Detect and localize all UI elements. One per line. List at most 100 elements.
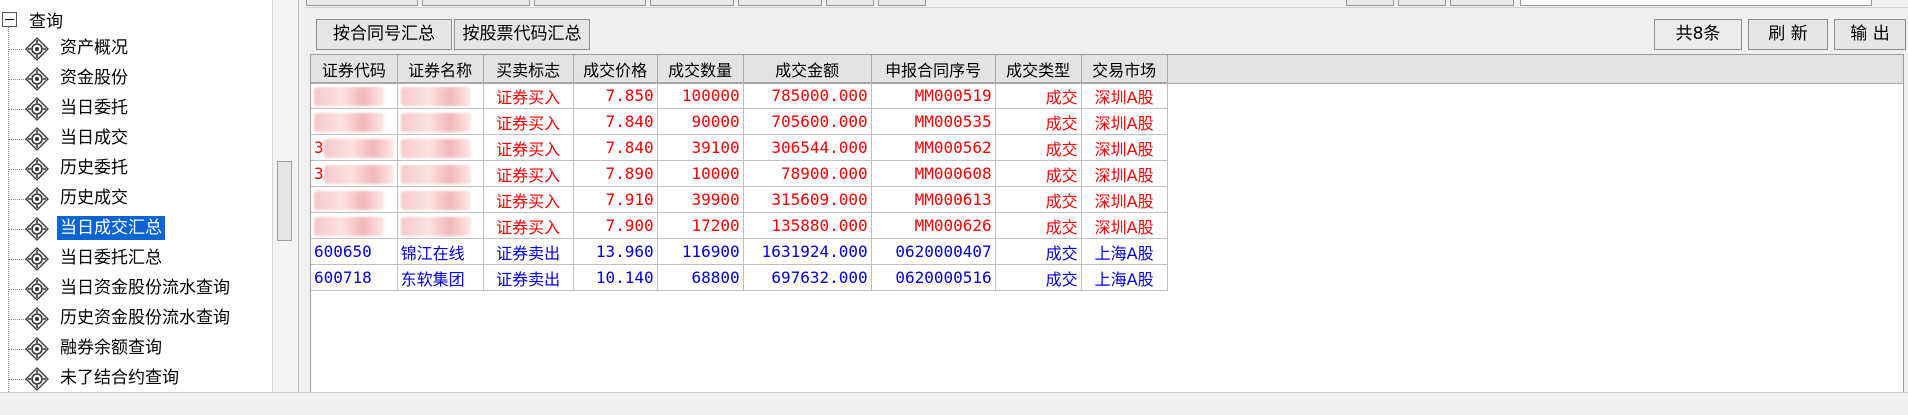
column-header[interactable]: 证券名称 — [397, 55, 484, 83]
market-cell: 深圳A股 — [1081, 82, 1168, 109]
partial-top-button[interactable] — [1450, 0, 1514, 6]
tree-scrollbar[interactable] — [272, 0, 297, 392]
top-divider — [306, 7, 1908, 8]
table-row[interactable]: 证券买入 7.900 17200 135880.000 MM000626 成交 深圳A股 — [311, 212, 1168, 239]
table-row[interactable]: 600650 锦江在线 证券卖出 13.960 116900 1631924.000 062… — [311, 238, 1168, 265]
trade-side-cell: 证券买入 — [483, 212, 574, 239]
refresh-button[interactable]: 刷 新 — [1748, 19, 1828, 50]
tree-item-label: 资产概况 — [60, 38, 128, 58]
tree-item[interactable]: 当日成交 — [0, 124, 295, 154]
contract-no-cell: MM000562 — [871, 134, 996, 161]
tree-item-label: 历史委托 — [60, 158, 128, 178]
column-header[interactable]: 买卖标志 — [483, 55, 574, 83]
partial-top-button[interactable] — [826, 0, 874, 6]
tree-connector — [8, 79, 26, 80]
tree-item[interactable]: 历史委托 — [0, 154, 295, 184]
table-row[interactable]: 3 证券买入 7.890 10000 78900.000 MM000608 成交 深圳A股 — [311, 160, 1168, 187]
tree-item-label: 融券余额查询 — [60, 338, 162, 358]
quantity-cell: 10000 — [657, 160, 744, 187]
redaction-blur — [400, 138, 471, 158]
partial-top-button[interactable] — [650, 0, 734, 6]
status-strip — [0, 392, 1908, 415]
group-by-contract-button[interactable]: 按合同号汇总 — [316, 19, 452, 50]
column-header[interactable]: 申报合同序号 — [871, 55, 996, 83]
tree-connector — [8, 259, 26, 260]
contract-no-cell: MM000519 — [871, 82, 996, 109]
tree-item[interactable]: 未了结合约查询 — [0, 364, 295, 392]
collapse-minus-icon[interactable] — [2, 11, 17, 27]
tree-item[interactable]: 当日委托汇总 — [0, 244, 295, 274]
redaction-blur — [314, 112, 384, 132]
contract-no-cell: 0620000516 — [871, 264, 996, 291]
trade-side-cell: 证券买入 — [483, 186, 574, 213]
partial-top-input[interactable] — [1520, 0, 1872, 6]
table-row[interactable]: 证券买入 7.910 39900 315609.000 MM000613 成交 深圳A股 — [311, 186, 1168, 213]
gear-diamond-icon — [25, 277, 49, 301]
gear-diamond-icon — [25, 247, 49, 271]
partial-top-button[interactable] — [1346, 0, 1394, 6]
table-row[interactable]: 600718 东软集团 证券卖出 10.140 68800 697632.000 06200… — [311, 264, 1168, 291]
market-cell: 深圳A股 — [1081, 212, 1168, 239]
tree-item[interactable]: 融券余额查询 — [0, 334, 295, 364]
column-header[interactable]: 证券代码 — [311, 55, 398, 83]
redaction-blur — [400, 216, 471, 236]
trade-side-cell: 证券买入 — [483, 134, 574, 161]
tree-item[interactable]: 当日委托 — [0, 94, 295, 124]
price-cell: 7.910 — [573, 186, 658, 213]
export-button[interactable]: 输 出 — [1834, 19, 1906, 50]
column-header[interactable]: 成交金额 — [743, 55, 872, 83]
tree-item[interactable]: 资产概况 — [0, 34, 295, 64]
gear-diamond-icon — [25, 337, 49, 361]
partial-top-dropdown[interactable] — [534, 0, 646, 6]
column-header[interactable]: 成交数量 — [657, 55, 744, 83]
contract-no-cell: MM000626 — [871, 212, 996, 239]
column-header[interactable]: 交易市场 — [1081, 55, 1168, 83]
partial-top-button[interactable] — [878, 0, 926, 6]
group-by-stock-code-button[interactable]: 按股票代码汇总 — [454, 19, 590, 50]
security-name-cell — [397, 212, 484, 239]
price-cell: 7.900 — [573, 212, 658, 239]
gear-diamond-icon — [25, 127, 49, 151]
partial-top-button[interactable] — [1398, 0, 1446, 6]
partial-top-button[interactable] — [306, 0, 418, 6]
tree-item[interactable]: 历史成交 — [0, 184, 295, 214]
tree-connector — [8, 49, 26, 50]
tree-scrollbar-thumb[interactable] — [277, 161, 292, 241]
tree-item-label: 资金股份 — [60, 68, 128, 88]
trade-summary-table: 证券代码 证券名称 买卖标志 成交价格 成交数量 成交金额 申报合同序号 成交类型 交易市场 证… — [311, 55, 1168, 291]
record-count: 共8条 — [1654, 19, 1742, 50]
tree-connector — [8, 349, 26, 350]
redaction-blur — [400, 164, 471, 184]
amount-cell: 697632.000 — [743, 264, 872, 291]
redaction-blur — [323, 164, 394, 184]
partial-top-button[interactable] — [738, 0, 822, 6]
tree-item[interactable]: 历史资金股份流水查询 — [0, 304, 295, 334]
quantity-cell: 90000 — [657, 108, 744, 135]
tree-root-query[interactable]: 查询 — [0, 6, 63, 32]
table-row[interactable]: 证券买入 7.840 90000 705600.000 MM000535 成交 深圳A股 — [311, 108, 1168, 135]
partial-top-button[interactable] — [422, 0, 530, 6]
tree-item[interactable]: 当日资金股份流水查询 — [0, 274, 295, 304]
tree-connector — [8, 289, 26, 290]
amount-cell: 78900.000 — [743, 160, 872, 187]
contract-no-cell: MM000608 — [871, 160, 996, 187]
trade-side-cell: 证券卖出 — [483, 264, 574, 291]
tree-item[interactable]: 资金股份 — [0, 64, 295, 94]
price-cell: 13.960 — [573, 238, 658, 265]
column-header[interactable]: 成交类型 — [995, 55, 1082, 83]
trade-summary-grid: 证券代码 证券名称 买卖标志 成交价格 成交数量 成交金额 申报合同序号 成交类型 交易市场 证… — [310, 54, 1904, 394]
security-name-cell: 锦江在线 — [397, 238, 484, 265]
column-header[interactable]: 成交价格 — [573, 55, 658, 83]
tree-item-label: 当日委托 — [60, 98, 128, 118]
tree-item-label: 未了结合约查询 — [60, 368, 179, 388]
tree-item[interactable]: 当日成交汇总 — [0, 214, 295, 244]
table-row[interactable]: 证券买入 7.850 100000 785000.000 MM000519 成交 深圳A股 — [311, 82, 1168, 109]
trade-type-cell: 成交 — [995, 212, 1082, 239]
redaction-blur — [314, 190, 384, 210]
table-row[interactable]: 3 证券买入 7.840 39100 306544.000 MM000562 成交 深圳A股 — [311, 134, 1168, 161]
amount-cell: 306544.000 — [743, 134, 872, 161]
cell-text: 3 — [314, 163, 324, 183]
tree-item-label: 当日成交汇总 — [57, 216, 165, 240]
trade-side-cell: 证券买入 — [483, 108, 574, 135]
amount-cell: 785000.000 — [743, 82, 872, 109]
